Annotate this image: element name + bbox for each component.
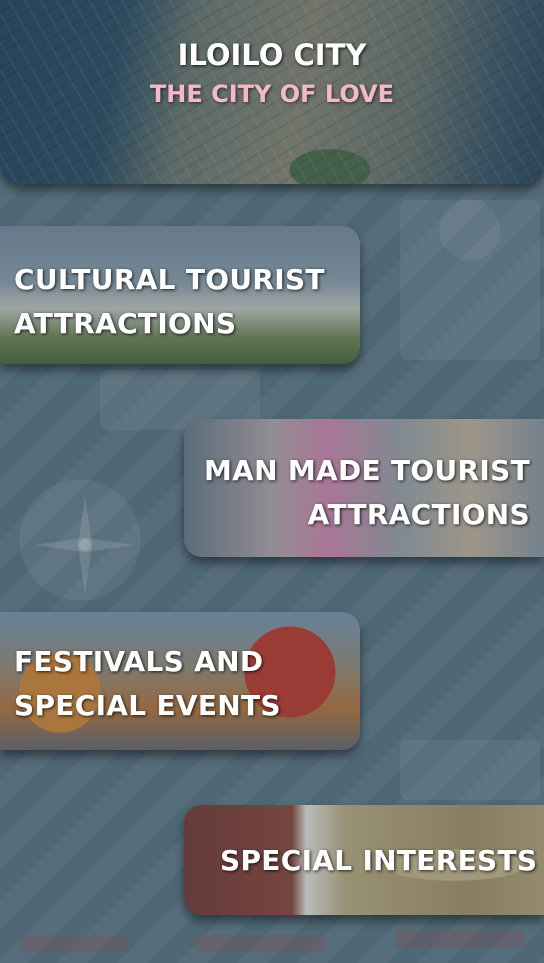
city-subtitle: THE CITY OF LOVE [149, 80, 395, 108]
card-label: FESTIVALS AND SPECIAL EVENTS [14, 640, 281, 728]
card-label-line: SPECIAL EVENTS [14, 689, 281, 722]
card-label: SPECIAL INTERESTS [220, 841, 537, 881]
map-panel [400, 740, 540, 800]
card-label-line: ATTRACTIONS [14, 307, 237, 340]
city-header-banner: ILOILO CITY THE CITY OF LOVE [0, 0, 544, 184]
card-label-line: FESTIVALS AND [14, 645, 264, 678]
city-title: ILOILO CITY [177, 38, 367, 72]
card-label-line: MAN MADE TOURIST [203, 454, 530, 487]
card-label-line: CULTURAL TOURIST [14, 263, 325, 296]
special-interests-card[interactable]: SPECIAL INTERESTS [184, 805, 544, 915]
map-label-tag [395, 930, 525, 948]
card-label: MAN MADE TOURIST ATTRACTIONS [204, 449, 530, 537]
compass-rose-icon [30, 490, 140, 600]
card-label: CULTURAL TOURIST ATTRACTIONS [14, 258, 325, 346]
man-made-tourist-attractions-card[interactable]: MAN MADE TOURIST ATTRACTIONS [184, 419, 544, 557]
card-label-line: SPECIAL INTERESTS [220, 844, 538, 877]
map-label-tag [20, 935, 130, 953]
map-panel [400, 200, 540, 360]
festivals-and-special-events-card[interactable]: FESTIVALS AND SPECIAL EVENTS [0, 612, 360, 750]
map-label-tag [195, 935, 325, 953]
card-label-line: ATTRACTIONS [307, 498, 530, 531]
cultural-tourist-attractions-card[interactable]: CULTURAL TOURIST ATTRACTIONS [0, 226, 360, 364]
